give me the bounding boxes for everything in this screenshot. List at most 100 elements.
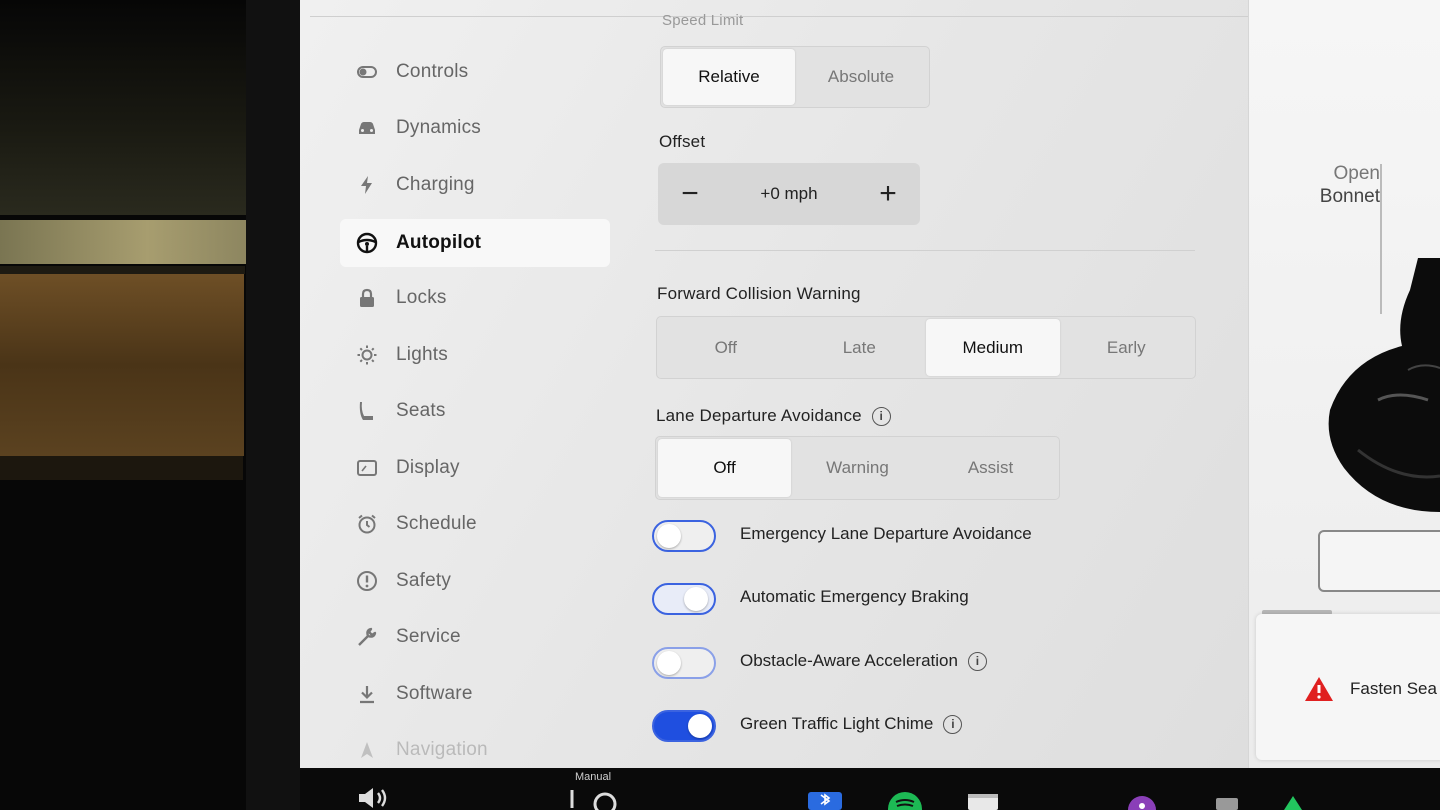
speed-limit-option-relative[interactable]: Relative	[663, 49, 795, 105]
wrench-icon	[356, 626, 378, 648]
forward-collision-label: Forward Collision Warning	[657, 284, 861, 303]
speed-limit-option-absolute[interactable]: Absolute	[795, 49, 927, 105]
sidebar-item-label: Software	[396, 683, 473, 704]
green-light-heading: Green Traffic Light Chime i	[740, 714, 963, 734]
toggle-label: Emergency Lane Departure Avoidance	[740, 524, 1032, 543]
seatbelt-alert: Fasten Sea	[1304, 676, 1437, 702]
offset-value: +0 mph	[760, 184, 818, 203]
lock-icon	[356, 287, 378, 309]
toggle-icon	[356, 61, 378, 83]
sidebar-item-label: Locks	[396, 287, 447, 308]
screen-bezel	[246, 0, 300, 810]
speed-limit-mode-selector: Relative Absolute	[660, 46, 930, 108]
bonnet-label: Bonnet	[1319, 186, 1380, 207]
obstacle-aware-acceleration-toggle[interactable]	[652, 647, 716, 679]
sidebar-item-seats[interactable]: Seats	[340, 387, 610, 435]
sidebar-item-navigation[interactable]: Navigation	[340, 726, 610, 768]
volume-icon[interactable]	[355, 786, 395, 810]
section-divider	[655, 250, 1195, 251]
green-traffic-light-chime-toggle[interactable]	[652, 710, 716, 742]
offset-stepper: − +0 mph +	[658, 163, 920, 225]
app-icon[interactable]	[1212, 796, 1242, 810]
lda-option-warning[interactable]: Warning	[791, 439, 924, 497]
background-dark-area	[0, 0, 248, 215]
sun-icon	[356, 344, 378, 366]
sidebar-item-service[interactable]: Service	[340, 613, 610, 661]
navigation-icon	[356, 739, 378, 761]
sidebar-item-label: Seats	[396, 400, 446, 421]
sidebar-item-label: Lights	[396, 344, 448, 365]
calendar-icon[interactable]	[966, 792, 1000, 810]
info-icon[interactable]: i	[967, 651, 987, 671]
info-icon[interactable]: i	[871, 406, 891, 426]
fcw-option-early[interactable]: Early	[1060, 319, 1194, 376]
emergency-lane-departure-toggle[interactable]	[652, 520, 716, 552]
fcw-option-late[interactable]: Late	[793, 319, 927, 376]
toggle-knob	[657, 651, 681, 675]
alert-text: Fasten Sea	[1350, 679, 1437, 698]
toggle-knob	[684, 587, 708, 611]
sidebar-item-label: Controls	[396, 61, 469, 82]
sidebar-item-display[interactable]: Display	[340, 444, 610, 492]
sidebar-item-charging[interactable]: Charging	[340, 161, 610, 209]
podcast-icon[interactable]	[1124, 794, 1160, 810]
open-label: Open	[1333, 163, 1380, 184]
header-divider	[310, 16, 1250, 17]
sidebar-item-controls[interactable]: Controls	[340, 48, 610, 96]
background-divider	[0, 266, 245, 274]
bolt-icon	[356, 174, 378, 196]
sidebar-item-dynamics[interactable]: Dynamics	[340, 104, 610, 152]
car-model-image	[1328, 258, 1440, 512]
bottom-taskbar	[300, 768, 1440, 810]
increase-offset-button[interactable]: +	[870, 176, 906, 212]
decrease-offset-button[interactable]: −	[672, 176, 708, 212]
sidebar-item-label: Display	[396, 457, 460, 478]
toggle-label: Automatic Emergency Braking	[740, 587, 969, 606]
lda-option-off[interactable]: Off	[658, 439, 791, 497]
sidebar-item-label: Schedule	[396, 513, 477, 534]
car-icon	[356, 117, 378, 139]
sidebar-item-lights[interactable]: Lights	[340, 331, 610, 379]
forward-collision-selector: Off Late Medium Early	[656, 316, 1196, 379]
speed-limit-label: Speed Limit	[662, 12, 744, 29]
fcw-option-medium[interactable]: Medium	[926, 319, 1060, 376]
phone-icon[interactable]	[1280, 796, 1306, 810]
gear-mode-label: Manual	[575, 771, 612, 783]
download-icon	[356, 683, 378, 705]
sidebar-item-software[interactable]: Software	[340, 670, 610, 718]
sidebar-item-label: Navigation	[396, 739, 488, 760]
sidebar-item-label: Autopilot	[396, 232, 482, 253]
toggle-knob	[688, 714, 712, 738]
info-icon[interactable]: i	[943, 714, 963, 734]
spotify-icon[interactable]	[888, 792, 922, 810]
sidebar-item-label: Dynamics	[396, 117, 482, 138]
toggle-knob	[657, 524, 681, 548]
display-icon	[356, 457, 378, 479]
alarm-clock-icon	[356, 513, 378, 535]
open-bonnet-button[interactable]: Open Bonnet	[1300, 162, 1380, 208]
alert-circle-icon	[356, 570, 378, 592]
vehicle-action-button[interactable]	[1318, 530, 1440, 592]
seat-icon	[356, 400, 378, 422]
background-wood-panel	[0, 274, 244, 456]
sidebar-item-schedule[interactable]: Schedule	[340, 500, 610, 548]
lane-departure-label: Lane Departure Avoidance	[656, 406, 862, 425]
sidebar-item-locks[interactable]: Locks	[340, 274, 610, 322]
automatic-emergency-braking-toggle[interactable]	[652, 583, 716, 615]
sidebar-item-label: Charging	[396, 174, 475, 195]
obstacle-aware-heading: Obstacle-Aware Acceleration i	[740, 651, 987, 671]
background-light-stripe	[0, 220, 246, 264]
lane-departure-selector: Off Warning Assist	[655, 436, 1060, 500]
offset-label: Offset	[659, 132, 706, 151]
toggle-label: Green Traffic Light Chime	[740, 714, 934, 733]
sidebar-item-label: Service	[396, 626, 461, 647]
fcw-option-off[interactable]: Off	[659, 319, 793, 376]
sidebar-item-autopilot[interactable]: Autopilot	[340, 219, 610, 267]
toggle-label: Obstacle-Aware Acceleration	[740, 651, 958, 670]
lda-option-assist[interactable]: Assist	[924, 439, 1057, 497]
gear-indicator-icon	[570, 790, 617, 810]
bluetooth-icon[interactable]	[808, 792, 842, 810]
sidebar-item-safety[interactable]: Safety	[340, 557, 610, 605]
warning-triangle-icon	[1305, 677, 1333, 701]
background-divider	[0, 456, 243, 480]
